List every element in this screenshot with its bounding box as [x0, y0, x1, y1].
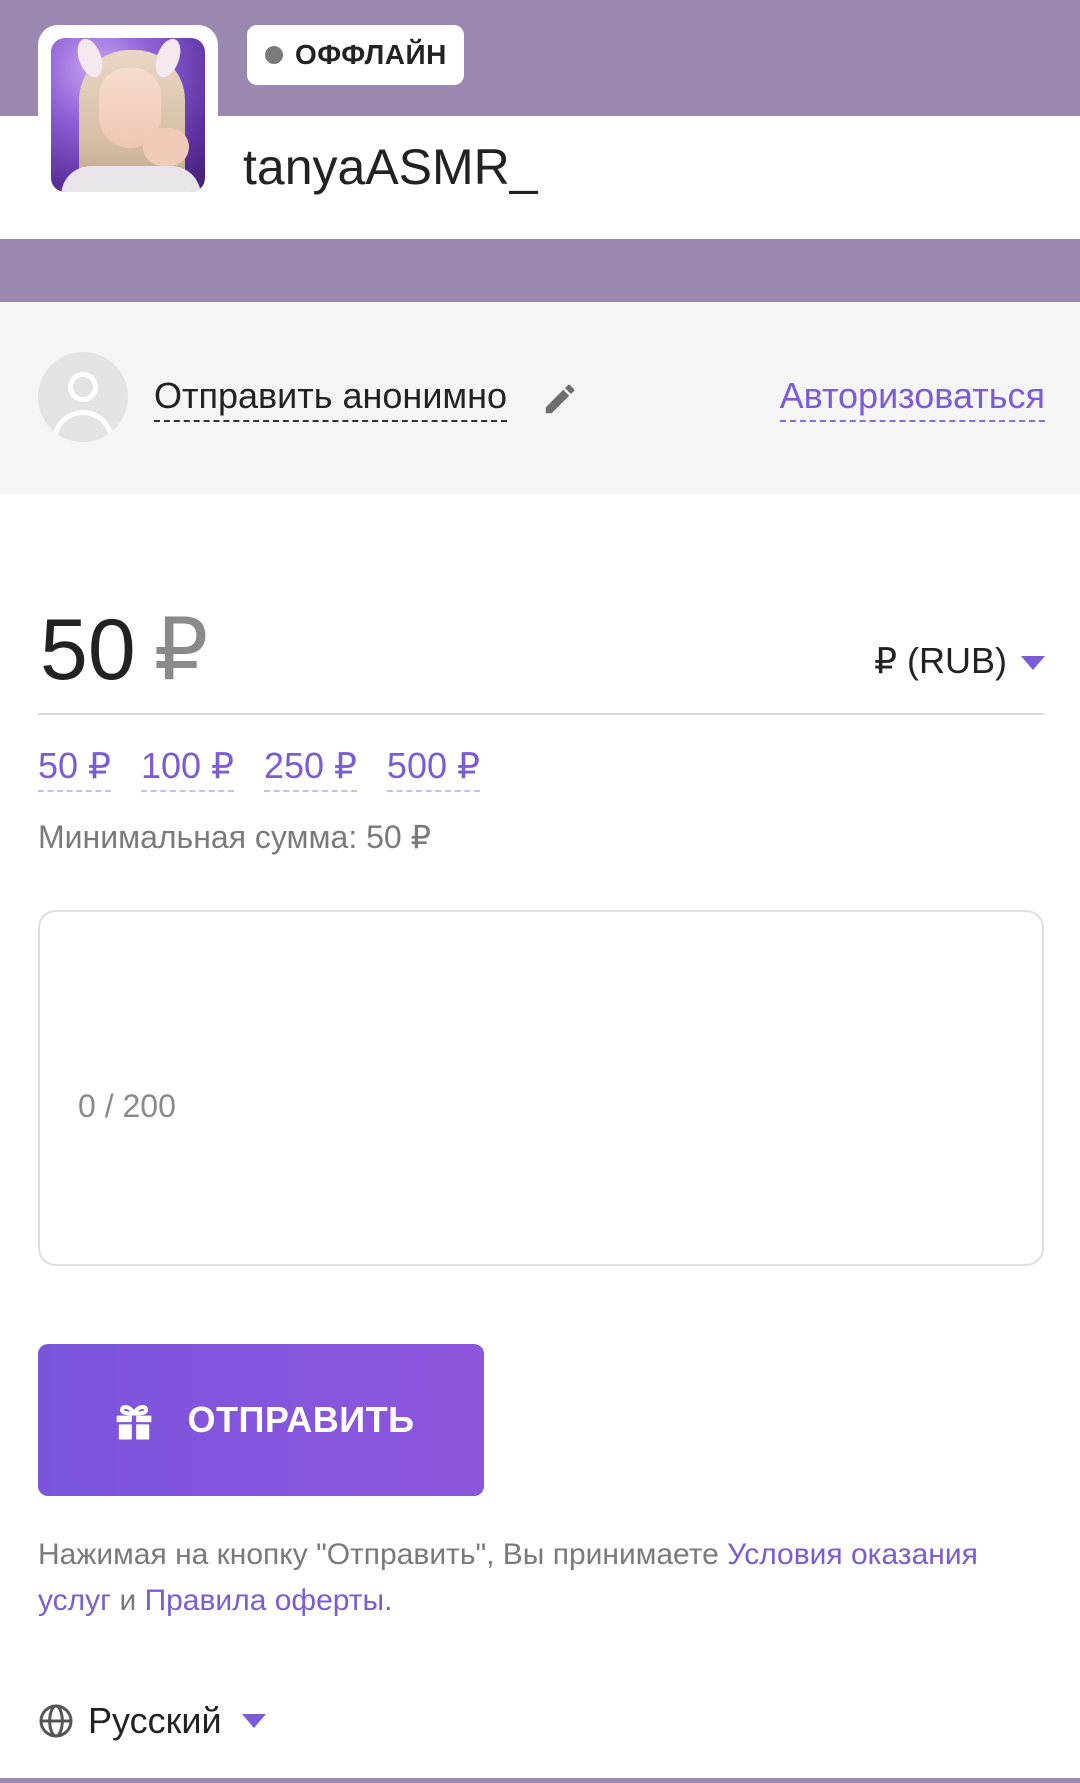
preset-amount-500[interactable]: 500 ₽ — [386, 744, 480, 792]
caret-down-icon — [241, 1714, 266, 1728]
streamer-avatar — [38, 25, 218, 205]
offer-rules-link[interactable]: Правила оферты — [145, 1584, 385, 1617]
language-select[interactable]: Русский — [38, 1700, 266, 1742]
preset-amount-100[interactable]: 100 ₽ — [140, 744, 234, 792]
amount-value: 50 — [40, 602, 136, 698]
language-label: Русский — [88, 1700, 222, 1741]
amount-input[interactable]: 50 ₽ — [40, 600, 208, 700]
char-counter: 0 / 200 — [78, 1088, 176, 1124]
status-dot-icon — [265, 46, 283, 64]
terms-middle: и — [111, 1584, 145, 1617]
amount-underline — [38, 713, 1044, 715]
bottom-strip — [0, 1778, 1080, 1783]
globe-icon — [39, 1704, 73, 1738]
status-text: ОФФЛАЙН — [295, 39, 447, 70]
gift-icon — [116, 1404, 151, 1440]
currency-select[interactable]: ₽ (RUB) — [874, 640, 1045, 682]
send-button[interactable]: ОТПРАВИТЬ — [38, 1344, 484, 1496]
avatar-photo — [51, 38, 205, 192]
amount-currency-symbol: ₽ — [153, 602, 209, 698]
profile-banner-strip — [0, 239, 1080, 302]
currency-label: ₽ (RUB) — [874, 640, 1007, 681]
preset-amount-250[interactable]: 250 ₽ — [263, 744, 357, 792]
caret-down-icon — [1021, 656, 1045, 670]
streamer-username: tanyaASMR_ — [243, 139, 538, 195]
send-anonymously-toggle[interactable]: Отправить анонимно — [154, 374, 508, 422]
preset-amount-50[interactable]: 50 ₽ — [38, 744, 111, 792]
send-button-label: ОТПРАВИТЬ — [187, 1399, 415, 1440]
terms-text: Нажимая на кнопку "Отправить", Вы приним… — [38, 1532, 1044, 1624]
pencil-icon[interactable] — [541, 380, 579, 418]
login-link[interactable]: Авторизоваться — [779, 374, 1045, 422]
terms-suffix: . — [384, 1584, 393, 1617]
minimum-amount-text: Минимальная сумма: 50 ₽ — [38, 819, 431, 855]
status-badge: ОФФЛАЙН — [247, 25, 464, 85]
terms-prefix: Нажимая на кнопку "Отправить", Вы приним… — [38, 1538, 728, 1571]
message-textarea[interactable]: 0 / 200 — [38, 910, 1044, 1266]
amount-presets: 50 ₽ 100 ₽ 250 ₽ 500 ₽ — [38, 744, 480, 792]
anonymous-avatar-icon — [38, 352, 128, 442]
